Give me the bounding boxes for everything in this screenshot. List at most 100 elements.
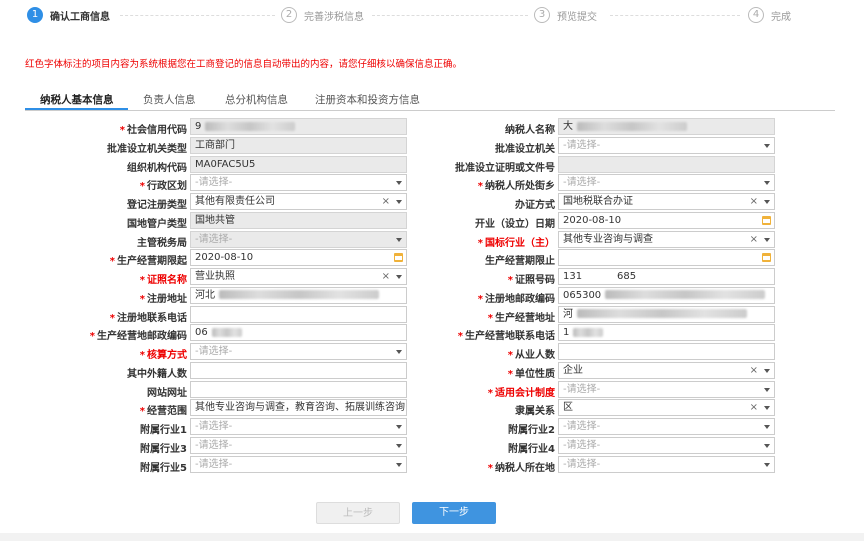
field-right-15[interactable]: -请选择- — [558, 380, 775, 398]
field-label-text: 批准设立机关类型 — [107, 143, 187, 155]
field-left-12[interactable]: 06 — [190, 324, 407, 342]
form-row: 附属行业1 -请选择- 附属行业2 -请选择- — [0, 418, 864, 436]
chevron-down-icon[interactable] — [396, 200, 402, 204]
field-label-text: 注册地址 — [147, 293, 187, 305]
field-left-17[interactable]: -请选择- — [190, 418, 407, 435]
chevron-down-icon[interactable] — [396, 425, 402, 429]
chevron-down-icon[interactable] — [764, 462, 770, 467]
field-label-text: 组织机构代码 — [127, 162, 187, 174]
field-left-8[interactable]: 2020-08-10 — [190, 249, 407, 267]
chevron-down-icon[interactable] — [396, 275, 402, 279]
field-left-14[interactable] — [190, 361, 407, 379]
field-label: 组织机构代码 — [127, 159, 187, 174]
field-label: 纳税人名称 — [505, 121, 555, 136]
calendar-icon[interactable] — [394, 253, 403, 263]
chevron-down-icon[interactable] — [764, 425, 770, 429]
field-right-8[interactable] — [558, 249, 775, 267]
chevron-down-icon[interactable] — [764, 237, 770, 242]
field-right-2[interactable]: -请选择- — [558, 136, 775, 154]
field-label-text: 登记注册类型 — [127, 200, 187, 211]
field-label: 批准设立机关类型 — [107, 140, 187, 155]
field-right-11[interactable]: 河 — [558, 305, 775, 323]
clear-icon[interactable]: × — [750, 194, 758, 209]
field-left-2-value: 工商部门 — [195, 139, 235, 151]
field-left-10[interactable]: 河北 — [190, 286, 407, 304]
tab-responsible-person[interactable]: 负责人信息 — [143, 92, 196, 107]
field-label-text: 纳税人所在地 — [495, 462, 555, 474]
field-left-9[interactable]: 营业执照-请选择-× — [190, 268, 407, 285]
field-right-6-value: 2020-08-10 — [563, 214, 622, 226]
field-label-text: 国标行业（主） — [485, 237, 555, 249]
field-left-19[interactable]: -请选择- — [190, 455, 407, 473]
chevron-down-icon[interactable] — [764, 443, 770, 448]
field-right-18[interactable]: -请选择- — [558, 436, 775, 454]
field-right-14[interactable]: 企业-请选择-× — [558, 361, 775, 379]
step-4: 4 完成 — [748, 7, 791, 23]
chevron-down-icon[interactable] — [764, 143, 770, 148]
chevron-down-icon[interactable] — [764, 181, 770, 186]
field-right-13[interactable] — [558, 343, 775, 360]
required-mark: * — [457, 331, 463, 343]
field-left-5[interactable]: 其他有限责任公司-请选择-× — [190, 193, 407, 210]
clear-icon[interactable]: × — [750, 400, 758, 415]
clear-icon[interactable]: × — [750, 232, 758, 247]
field-label-text: 生产经营期限止 — [485, 256, 555, 268]
field-left-6: 国地共管 — [190, 211, 407, 229]
field-right-17[interactable]: -请选择- — [558, 418, 775, 435]
clear-icon[interactable]: × — [382, 194, 390, 209]
required-mark: * — [139, 275, 145, 286]
field-left-16[interactable]: 其他专业咨询与调查，教育咨询、拓展训练咨询（ — [190, 399, 407, 417]
field-label: 批准设立证明或文件号 — [455, 159, 555, 174]
field-right-9[interactable]: 131 685 — [558, 268, 775, 285]
prev-button[interactable]: 上一步 — [316, 502, 400, 524]
form-row: * 行政区划 -请选择- * 纳税人所处街乡 -请选择- — [0, 174, 864, 192]
field-left-15[interactable] — [190, 380, 407, 398]
field-right-12[interactable]: 1 — [558, 324, 775, 342]
clear-icon[interactable]: × — [750, 363, 758, 378]
calendar-icon[interactable] — [762, 253, 771, 263]
field-label-text: 生产经营地联系电话 — [465, 331, 555, 343]
field-left-7[interactable]: -请选择- — [190, 230, 407, 248]
form-row: 批准设立机关类型 工商部门 批准设立机关 -请选择- — [0, 136, 864, 155]
step-1-number: 1 — [27, 7, 43, 23]
field-right-16[interactable]: 区-请选择-× — [558, 399, 775, 417]
field-label: 网站网址 — [147, 384, 187, 399]
field-label-text: 生产经营地邮政编码 — [97, 331, 187, 343]
clear-icon[interactable]: × — [382, 269, 390, 284]
chevron-down-icon[interactable] — [396, 443, 402, 448]
chevron-down-icon[interactable] — [764, 406, 770, 411]
field-label-text: 批准设立证明或文件号 — [455, 162, 555, 174]
field-left-13[interactable]: -请选择- — [190, 343, 407, 360]
field-right-1-value: 大 — [563, 121, 573, 132]
field-right-10[interactable]: 065300 — [558, 286, 775, 304]
field-right-6[interactable]: 2020-08-10 — [558, 211, 775, 229]
field-left-11[interactable] — [190, 305, 407, 323]
field-left-19-placeholder: -请选择- — [195, 458, 233, 470]
field-left-8-value: 2020-08-10 — [195, 252, 254, 264]
chevron-down-icon[interactable] — [764, 368, 770, 373]
field-right-5[interactable]: 国地税联合办证-请选择-× — [558, 193, 775, 210]
chevron-down-icon[interactable] — [764, 387, 770, 392]
chevron-down-icon[interactable] — [396, 350, 402, 354]
chevron-down-icon[interactable] — [396, 181, 402, 186]
tab-branch-info[interactable]: 总分机构信息 — [225, 92, 288, 107]
next-button[interactable]: 下一步 — [412, 502, 496, 524]
tab-capital-investor[interactable]: 注册资本和投资方信息 — [315, 92, 420, 107]
active-tab-indicator — [25, 108, 128, 110]
field-right-4[interactable]: -请选择- — [558, 174, 775, 192]
field-label: 批准设立机关 — [495, 140, 555, 155]
field-label-text: 纳税人所处街乡 — [485, 181, 555, 193]
field-left-18[interactable]: -请选择- — [190, 436, 407, 454]
tab-taxpayer-info[interactable]: 纳税人基本信息 — [40, 92, 114, 107]
field-right-7[interactable]: 其他专业咨询与调查-请选择-× — [558, 230, 775, 248]
field-right-19[interactable]: -请选择- — [558, 455, 775, 473]
calendar-icon[interactable] — [762, 215, 771, 225]
chevron-down-icon[interactable] — [396, 462, 402, 467]
field-left-4[interactable]: -请选择- — [190, 174, 407, 192]
chevron-down-icon[interactable] — [396, 237, 402, 242]
field-label-text: 行政区划 — [147, 181, 187, 193]
field-label-text: 国地管户类型 — [127, 218, 187, 230]
field-label: * 纳税人所处街乡 — [478, 177, 555, 192]
field-label-text: 社会信用代码 — [127, 125, 187, 136]
chevron-down-icon[interactable] — [764, 200, 770, 204]
